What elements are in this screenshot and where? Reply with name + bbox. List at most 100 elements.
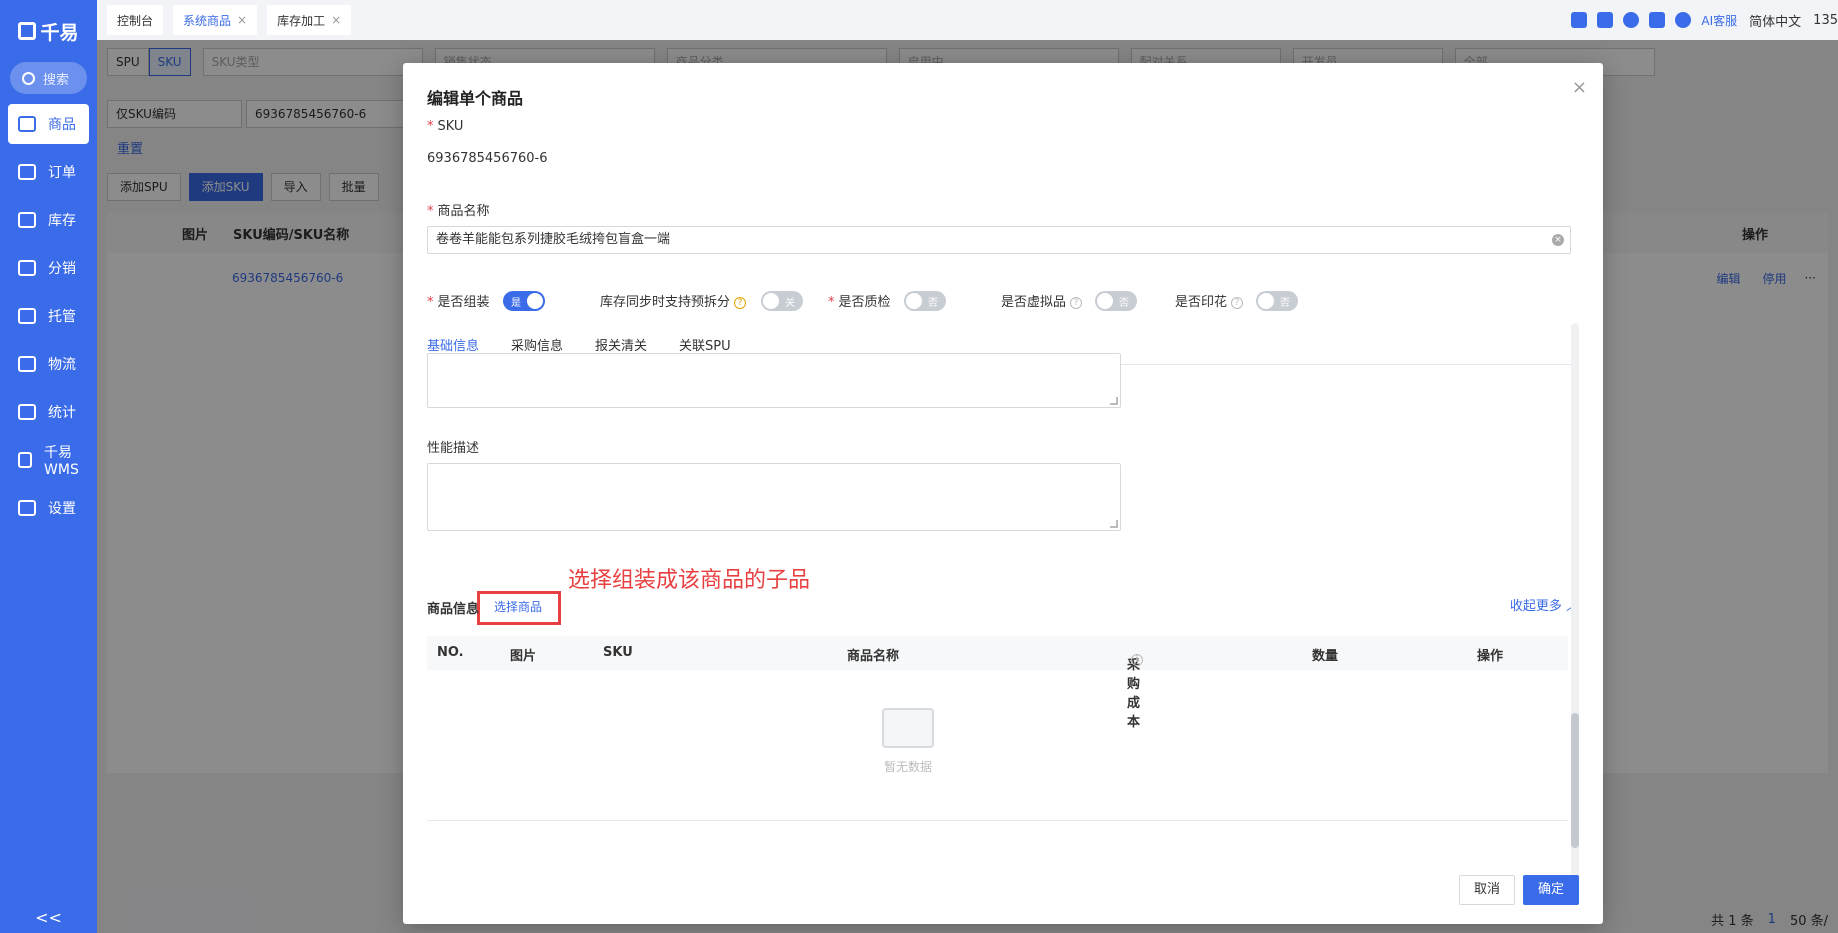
help-icon[interactable]: [1675, 12, 1692, 28]
tab-system-products[interactable]: 系统商品 ×: [173, 5, 258, 35]
collapse-more-text: 收起更多: [1509, 599, 1562, 614]
nav-label: 分销: [48, 261, 76, 277]
info-icon[interactable]: i: [1131, 654, 1143, 666]
print-label-text: 是否印花: [1175, 295, 1228, 310]
toggle-knob: [1097, 293, 1113, 309]
top-tab-bar: 控制台 系统商品 × 库存加工 × AI客服 简体中文 135: [97, 0, 1838, 40]
presplit-label-text: 库存同步时支持预拆分: [600, 295, 731, 310]
col-product-name: 商品名称: [847, 649, 900, 664]
search-label: 搜索: [43, 72, 70, 88]
col-no: NO.: [437, 645, 464, 660]
toggle-text: 否: [928, 298, 938, 309]
nav-label: 订单: [48, 165, 76, 181]
virtual-label: 是否虚拟品?: [1001, 291, 1083, 310]
close-icon[interactable]: ×: [237, 13, 247, 27]
confirm-button[interactable]: 确定: [1522, 875, 1579, 905]
empty-text: 暂无数据: [883, 760, 932, 774]
ai-service-link[interactable]: AI客服: [1701, 12, 1737, 29]
clear-icon[interactable]: ×: [1552, 234, 1564, 246]
name-label: * 商品名称: [427, 204, 490, 219]
name-label-text: 商品名称: [437, 204, 490, 219]
empty-state: 暂无数据: [828, 708, 988, 775]
col-quantity: 数量: [1312, 649, 1339, 664]
col-actions: 操作: [1477, 649, 1504, 664]
tab-inventory-processing[interactable]: 库存加工 ×: [267, 5, 352, 35]
nav-label: 设置: [48, 501, 76, 517]
col-sku: SKU: [603, 645, 633, 660]
empty-box-icon: [882, 708, 934, 748]
modal-scrollbar-thumb[interactable]: [1571, 713, 1579, 848]
nav-label: 库存: [48, 213, 76, 229]
sidebar-item-distribution[interactable]: 分销: [8, 248, 89, 288]
sidebar-item-hosting[interactable]: 托管: [8, 296, 89, 336]
help-icon[interactable]: ?: [734, 296, 747, 309]
brand-logo[interactable]: 千易: [0, 0, 97, 62]
wms-icon: [18, 452, 33, 468]
product-name-value: 卷卷羊能能包系列捷胶毛绒挎包盲盒一端: [436, 232, 671, 247]
sku-value: 6936785456760-6: [427, 151, 548, 166]
warehouse-icon: [18, 212, 36, 228]
help-icon[interactable]: ?: [1231, 296, 1244, 309]
nav-label: 托管: [48, 309, 76, 325]
box-icon: [18, 116, 36, 132]
search-icon: [22, 71, 35, 85]
top-right-tools: AI客服 简体中文 135: [1571, 0, 1838, 40]
description-textarea[interactable]: [427, 353, 1121, 408]
close-icon[interactable]: ×: [331, 13, 341, 27]
annotation-text: 选择组装成该商品的子品: [568, 568, 811, 593]
sidebar-search[interactable]: 搜索: [10, 62, 87, 94]
collapse-sidebar-button[interactable]: <<: [0, 908, 97, 927]
sidebar-item-wms[interactable]: 千易WMS: [8, 440, 89, 480]
sub-items-table-header: NO. 图片 SKU 商品名称 采购成本 i 数量 操作: [427, 636, 1568, 730]
toggle-knob: [527, 293, 543, 309]
sidebar-item-logistics[interactable]: 物流: [8, 344, 89, 384]
toggle-text: 否: [1119, 298, 1129, 309]
network-icon: [18, 260, 36, 276]
sidebar-item-orders[interactable]: 订单: [8, 152, 89, 192]
gear-icon: [18, 500, 36, 516]
help-icon[interactable]: ?: [1070, 296, 1083, 309]
hosting-icon: [18, 308, 36, 324]
tab-console[interactable]: 控制台: [107, 5, 164, 35]
toggle-knob: [906, 293, 922, 309]
cancel-button[interactable]: 取消: [1458, 875, 1515, 905]
perf-label: 性能描述: [427, 441, 480, 456]
download-icon[interactable]: [1597, 12, 1614, 28]
language-select[interactable]: 简体中文: [1749, 11, 1801, 30]
bell-icon[interactable]: [1623, 12, 1640, 28]
virtual-label-text: 是否虚拟品: [1001, 295, 1067, 310]
assembly-toggle[interactable]: 是: [503, 291, 545, 311]
user-name[interactable]: 135: [1813, 13, 1838, 28]
sidebar-item-inventory[interactable]: 库存: [8, 200, 89, 240]
modal-title: 编辑单个商品: [427, 89, 524, 108]
tab-label: 库存加工: [277, 13, 326, 28]
tab-label: 系统商品: [183, 13, 232, 28]
sidebar-item-settings[interactable]: 设置: [8, 488, 89, 528]
product-name-input[interactable]: 卷卷羊能能包系列捷胶毛绒挎包盲盒一端 ×: [427, 226, 1571, 254]
virtual-toggle[interactable]: 否: [1095, 291, 1137, 311]
select-product-button[interactable]: 选择商品: [494, 598, 542, 615]
collapse-more-link[interactable]: 收起更多 ︿: [1510, 595, 1579, 614]
toggle-text: 关: [785, 298, 795, 309]
sidebar-item-statistics[interactable]: 统计: [8, 392, 89, 432]
document-icon: [18, 164, 36, 180]
qc-toggle[interactable]: 否: [904, 291, 946, 311]
clipboard-icon[interactable]: [1571, 12, 1588, 28]
close-icon[interactable]: ×: [1572, 77, 1587, 98]
performance-textarea[interactable]: [427, 463, 1121, 531]
expand-icon[interactable]: [1649, 12, 1666, 28]
qc-label-text: 是否质检: [838, 295, 891, 310]
truck-icon: [18, 356, 36, 372]
nav-label: 千易WMS: [44, 445, 79, 478]
sidebar-item-products[interactable]: 商品: [8, 104, 89, 144]
tab-label: 控制台: [117, 13, 154, 28]
resize-grip-icon[interactable]: [1110, 520, 1118, 528]
nav-label: 商品: [48, 117, 76, 133]
presplit-toggle[interactable]: 关: [761, 291, 803, 311]
toggle-knob: [763, 293, 779, 309]
toggle-text: 是: [511, 298, 521, 309]
brand-name: 千易: [40, 21, 79, 44]
sub-items-heading: 商品信息: [427, 602, 480, 617]
resize-grip-icon[interactable]: [1110, 397, 1118, 405]
print-toggle[interactable]: 否: [1256, 291, 1298, 311]
